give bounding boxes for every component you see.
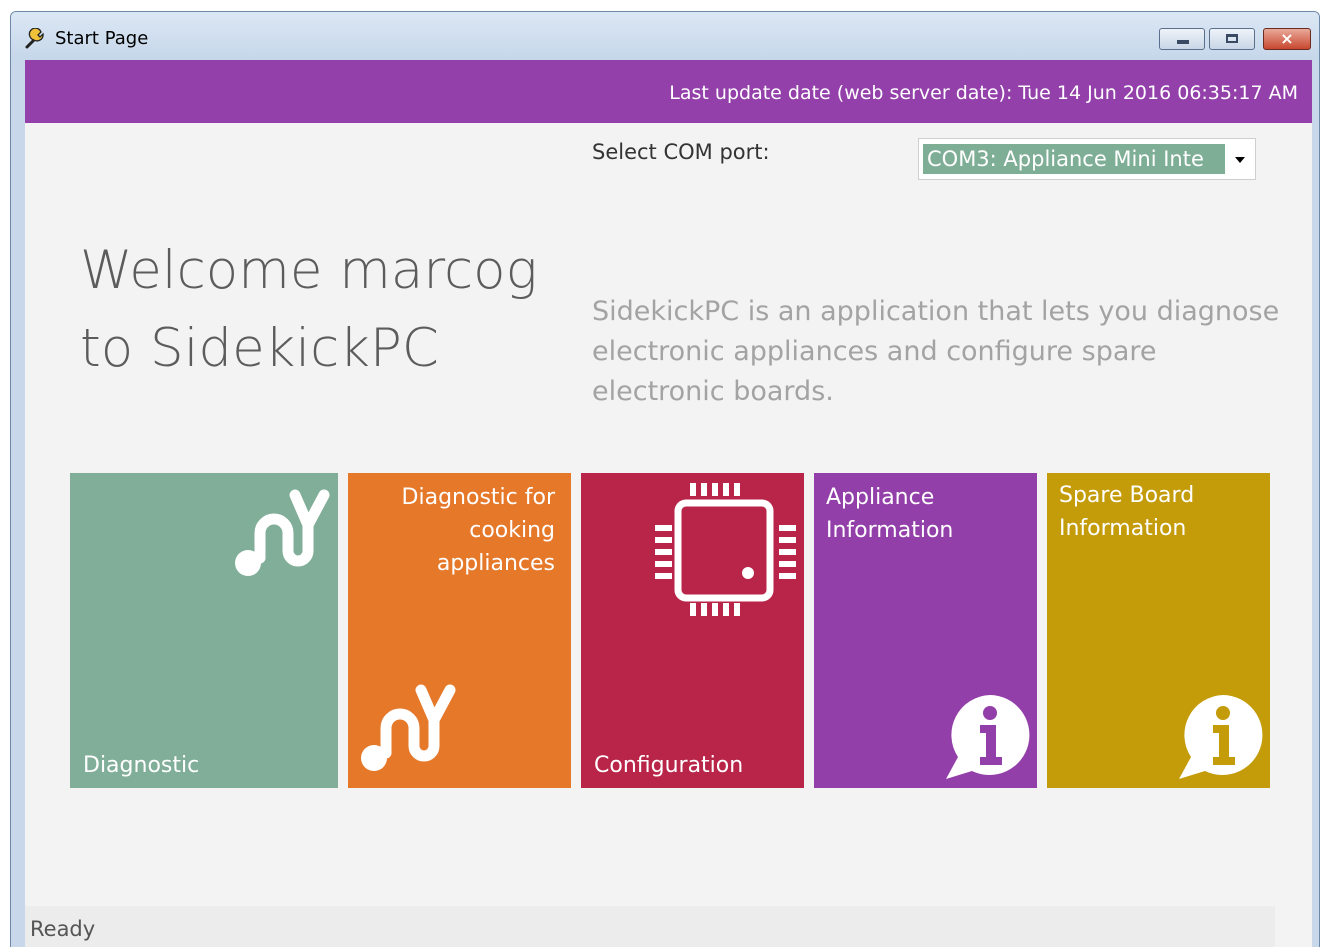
welcome-line-2: to SidekickPC (80, 318, 439, 379)
com-port-label: Select COM port: (592, 140, 770, 164)
window-title: Start Page (55, 28, 149, 49)
tile-diagnostic[interactable]: Diagnostic (70, 473, 338, 788)
tile-label: Diagnostic (83, 753, 200, 778)
client-area: Last update date (web server date): Tue … (25, 60, 1312, 947)
tile-label: Spare Board Information (1059, 483, 1195, 541)
app-window: Start Page × Last update date (web serve… (10, 11, 1320, 947)
tile-label: Appliance Information (826, 485, 954, 543)
tile-label: Configuration (594, 753, 744, 778)
maximize-icon (1226, 34, 1238, 43)
last-update-text: Last update date (web server date): Tue … (669, 82, 1298, 104)
tile-appliance-information[interactable]: Appliance Information (814, 473, 1037, 788)
stethoscope-icon (361, 684, 456, 771)
status-text: Ready (30, 917, 96, 941)
status-bar: Ready (25, 906, 1275, 947)
com-port-select[interactable]: COM3: Appliance Mini Inte (918, 138, 1256, 180)
minimize-icon (1177, 40, 1189, 44)
tile-configuration[interactable]: Configuration (581, 473, 804, 788)
close-icon: × (1280, 29, 1294, 48)
com-port-value: COM3: Appliance Mini Inte (923, 144, 1225, 174)
tile-spare-board-information[interactable]: Spare Board Information (1047, 473, 1270, 788)
tile-label: Diagnostic for cooking appliances (401, 485, 555, 576)
info-bubble-icon (946, 695, 1030, 779)
chip-icon (655, 483, 796, 616)
wrench-icon (25, 28, 44, 49)
dropdown-arrow-icon[interactable] (1235, 157, 1245, 163)
close-button[interactable]: × (1263, 28, 1311, 50)
tile-diagnostic-cooking[interactable]: Diagnostic for cooking appliances (348, 473, 571, 788)
welcome-line-1: Welcome marcog (80, 240, 538, 301)
info-bubble-icon (1179, 695, 1263, 779)
welcome-heading: Welcome marcog to SidekickPC (80, 232, 537, 388)
stethoscope-icon (235, 489, 330, 576)
header-bar: Last update date (web server date): Tue … (25, 60, 1312, 123)
minimize-button[interactable] (1159, 28, 1205, 50)
title-bar[interactable]: Start Page × (11, 12, 1319, 60)
maximize-button[interactable] (1209, 28, 1255, 50)
app-description: SidekickPC is an application that lets y… (592, 296, 1280, 407)
